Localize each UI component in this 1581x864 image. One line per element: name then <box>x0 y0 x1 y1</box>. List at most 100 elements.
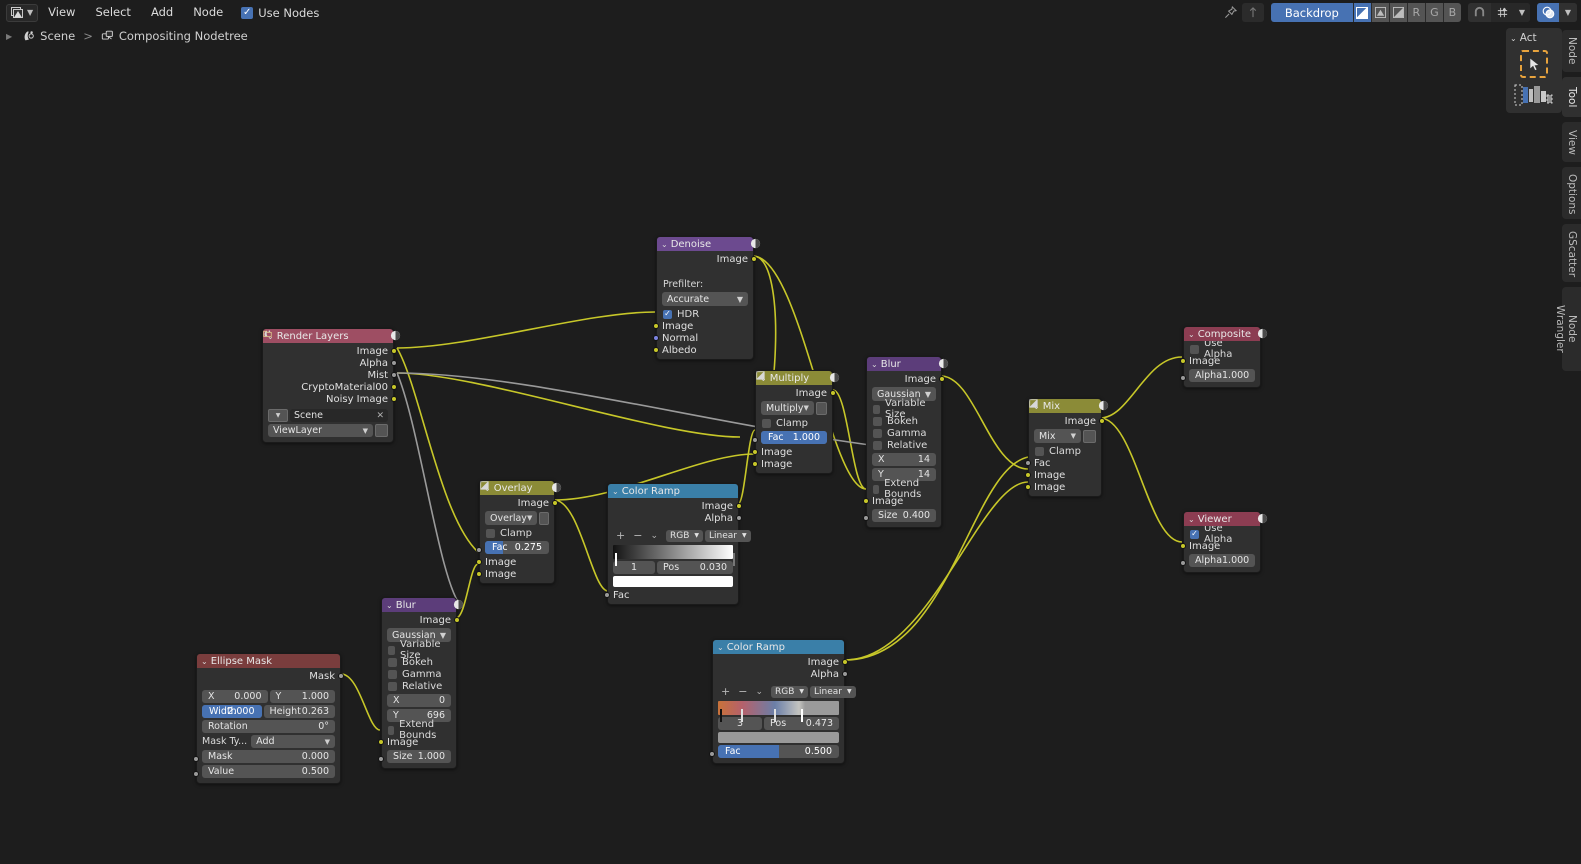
output-socket-mist[interactable] <box>391 372 397 378</box>
width-slider[interactable]: Width 2.000 <box>202 705 262 718</box>
mask-field[interactable]: Mask 0.000 <box>202 750 335 763</box>
variable-size-row[interactable]: Variable Size <box>867 398 941 420</box>
ramp-add-button[interactable]: + <box>616 529 625 542</box>
use-nodes-toggle[interactable]: ✓ Use Nodes <box>233 6 327 20</box>
use-alpha-row[interactable]: Use Alpha <box>1184 338 1260 360</box>
socket-row-image-in[interactable]: Image <box>863 495 941 507</box>
socket-row-normal[interactable]: Normal <box>653 332 753 344</box>
node-blur-top[interactable]: ⌄ Blur Image Gaussian ▼ Variable Size Bo… <box>863 356 949 528</box>
ramp-stop-4-selected[interactable] <box>801 709 808 722</box>
socket-row-mist[interactable]: Mist <box>263 369 397 381</box>
input-socket-image-2[interactable] <box>1025 484 1031 490</box>
socket-row-fac-in[interactable]: Fac <box>604 589 738 601</box>
input-socket-image-1[interactable] <box>476 559 482 565</box>
cursor-select-box-icon[interactable] <box>1520 50 1548 78</box>
socket-row-image-in-2[interactable]: Image <box>1025 481 1101 493</box>
x-field[interactable]: X 0 <box>387 694 451 707</box>
node-viewer[interactable]: ⌄ Viewer ✓ Use Alpha Image Alpha 1.000 <box>1180 511 1268 573</box>
output-socket-image[interactable] <box>391 348 397 354</box>
node-header[interactable]: ⌄ Blur <box>382 598 464 612</box>
node-header[interactable]: ⌄ Render Layers <box>263 329 401 343</box>
ramp-stop-3[interactable] <box>774 709 781 722</box>
value-field[interactable]: Value 0.500 <box>202 765 335 778</box>
input-socket-image[interactable] <box>653 323 659 329</box>
checkbox-unchecked-icon[interactable] <box>1190 344 1199 354</box>
socket-row-image-in[interactable]: Image <box>378 736 456 748</box>
socket-row-image-in-1[interactable]: Image <box>1025 469 1101 481</box>
socket-row-image-in[interactable]: Image <box>1180 540 1260 552</box>
gamma-row[interactable]: Gamma <box>867 427 941 439</box>
node-header[interactable]: ⌄ Mix <box>1029 399 1109 413</box>
snap-increment-icon[interactable] <box>1490 3 1514 22</box>
socket-row-noisy-image[interactable]: Noisy Image <box>263 393 397 405</box>
size-field[interactable]: Size 1.000 <box>387 750 451 763</box>
ramp-color-swatch[interactable] <box>613 576 733 587</box>
channel-color-alpha-button[interactable] <box>1352 3 1371 22</box>
socket-row-image-out[interactable]: Image <box>608 500 742 512</box>
socket-row-albedo[interactable]: Albedo <box>653 344 753 356</box>
gamma-row[interactable]: Gamma <box>382 668 456 680</box>
arrow-up-icon[interactable] <box>1241 3 1264 22</box>
node-render-layers[interactable]: ⌄ Render Layers Image Alpha Mist CryptoM… <box>262 328 401 443</box>
sidebar-tab-node[interactable]: Node <box>1562 30 1581 72</box>
channel-g-button[interactable]: G <box>1424 3 1443 22</box>
socket-row-alpha-out[interactable]: Alpha <box>608 512 742 524</box>
channel-color-button[interactable] <box>1370 3 1389 22</box>
chevron-down-icon[interactable]: ⌄ <box>871 360 878 369</box>
extend-bounds-row[interactable]: Extend Bounds <box>382 719 456 741</box>
checkbox-unchecked-icon[interactable] <box>873 416 882 426</box>
menu-view[interactable]: View <box>38 0 85 25</box>
socket-row-image-out[interactable]: Image <box>756 387 836 399</box>
extend-bounds-row[interactable]: Extend Bounds <box>867 478 941 500</box>
checkbox-unchecked-icon[interactable] <box>388 657 397 667</box>
sidebar-tab-options[interactable]: Options <box>1562 167 1581 219</box>
checkbox-unchecked-icon[interactable] <box>873 440 882 450</box>
menu-add[interactable]: Add <box>141 0 183 25</box>
chevron-down-icon[interactable]: ⌄ <box>612 487 619 496</box>
sidebar-tab-gscatter[interactable]: GScatter <box>1562 224 1581 282</box>
input-socket-albedo[interactable] <box>653 347 659 353</box>
clamp-checkbox-row[interactable]: Clamp <box>756 417 832 429</box>
breadcrumb-nodetree-label[interactable]: Compositing Nodetree <box>119 29 248 43</box>
breadcrumb-expand-icon[interactable]: ▶ <box>6 32 12 41</box>
input-socket-image[interactable] <box>1180 543 1186 549</box>
channel-b-button[interactable]: B <box>1442 3 1461 22</box>
viewlayer-dropdown[interactable]: ViewLayer ▼ <box>268 424 373 437</box>
output-socket-image[interactable] <box>736 503 742 509</box>
output-socket-image[interactable] <box>830 390 836 396</box>
alpha-field[interactable]: Alpha 1.000 <box>1189 554 1255 567</box>
blend-mode-dropdown[interactable]: Mix ▼ <box>1034 429 1081 443</box>
menu-node[interactable]: Node <box>183 0 233 25</box>
image-link-icon[interactable] <box>756 371 827 415</box>
chevron-down-icon[interactable]: ⌄ <box>201 657 208 666</box>
checkbox-unchecked-icon[interactable] <box>762 418 771 428</box>
node-header[interactable]: ⌄ Color Ramp <box>713 640 844 654</box>
fac-slider[interactable]: Fac 0.275 <box>485 541 549 554</box>
scene-browse-icon[interactable]: ▼ <box>264 330 288 422</box>
socket-row-image-in-1[interactable]: Image <box>752 446 832 458</box>
socket-row-image-out[interactable]: Image <box>867 373 945 385</box>
input-socket-image-2[interactable] <box>752 461 758 467</box>
interpolation-dropdown[interactable]: Linear ▼ <box>810 685 856 698</box>
output-socket-image[interactable] <box>552 500 558 506</box>
node-blur-bottom[interactable]: ⌄ Blur Image Gaussian ▼ Variable Size Bo… <box>378 597 464 769</box>
checkbox-unchecked-icon[interactable] <box>388 645 396 655</box>
sidebar-tab-node-wrangler[interactable]: Node Wrangler <box>1554 287 1581 371</box>
output-socket-alpha[interactable] <box>391 360 397 366</box>
editor-type-selector[interactable]: ▼ <box>6 3 39 22</box>
output-socket-image[interactable] <box>1099 418 1105 424</box>
prefilter-dropdown[interactable]: Accurate ▼ <box>662 292 748 306</box>
socket-row-image-in-2[interactable]: Image <box>476 568 554 580</box>
x-icon[interactable]: ✕ <box>376 411 384 421</box>
input-socket-alpha[interactable] <box>1180 375 1186 381</box>
chevron-down-icon[interactable]: ⌄ <box>386 601 393 610</box>
active-tool-panel-header[interactable]: ⌄ Act <box>1506 32 1562 44</box>
output-socket-alpha[interactable] <box>736 515 742 521</box>
socket-row-image-in[interactable]: Image <box>1180 355 1260 367</box>
channel-r-button[interactable]: R <box>1406 3 1425 22</box>
socket-row-mask-out[interactable]: Mask <box>197 670 344 682</box>
input-socket-fac[interactable] <box>604 592 610 598</box>
fac-slider[interactable]: Fac 0.500 <box>718 745 839 758</box>
output-socket-image[interactable] <box>751 256 757 262</box>
socket-row-image[interactable]: Image <box>263 345 397 357</box>
